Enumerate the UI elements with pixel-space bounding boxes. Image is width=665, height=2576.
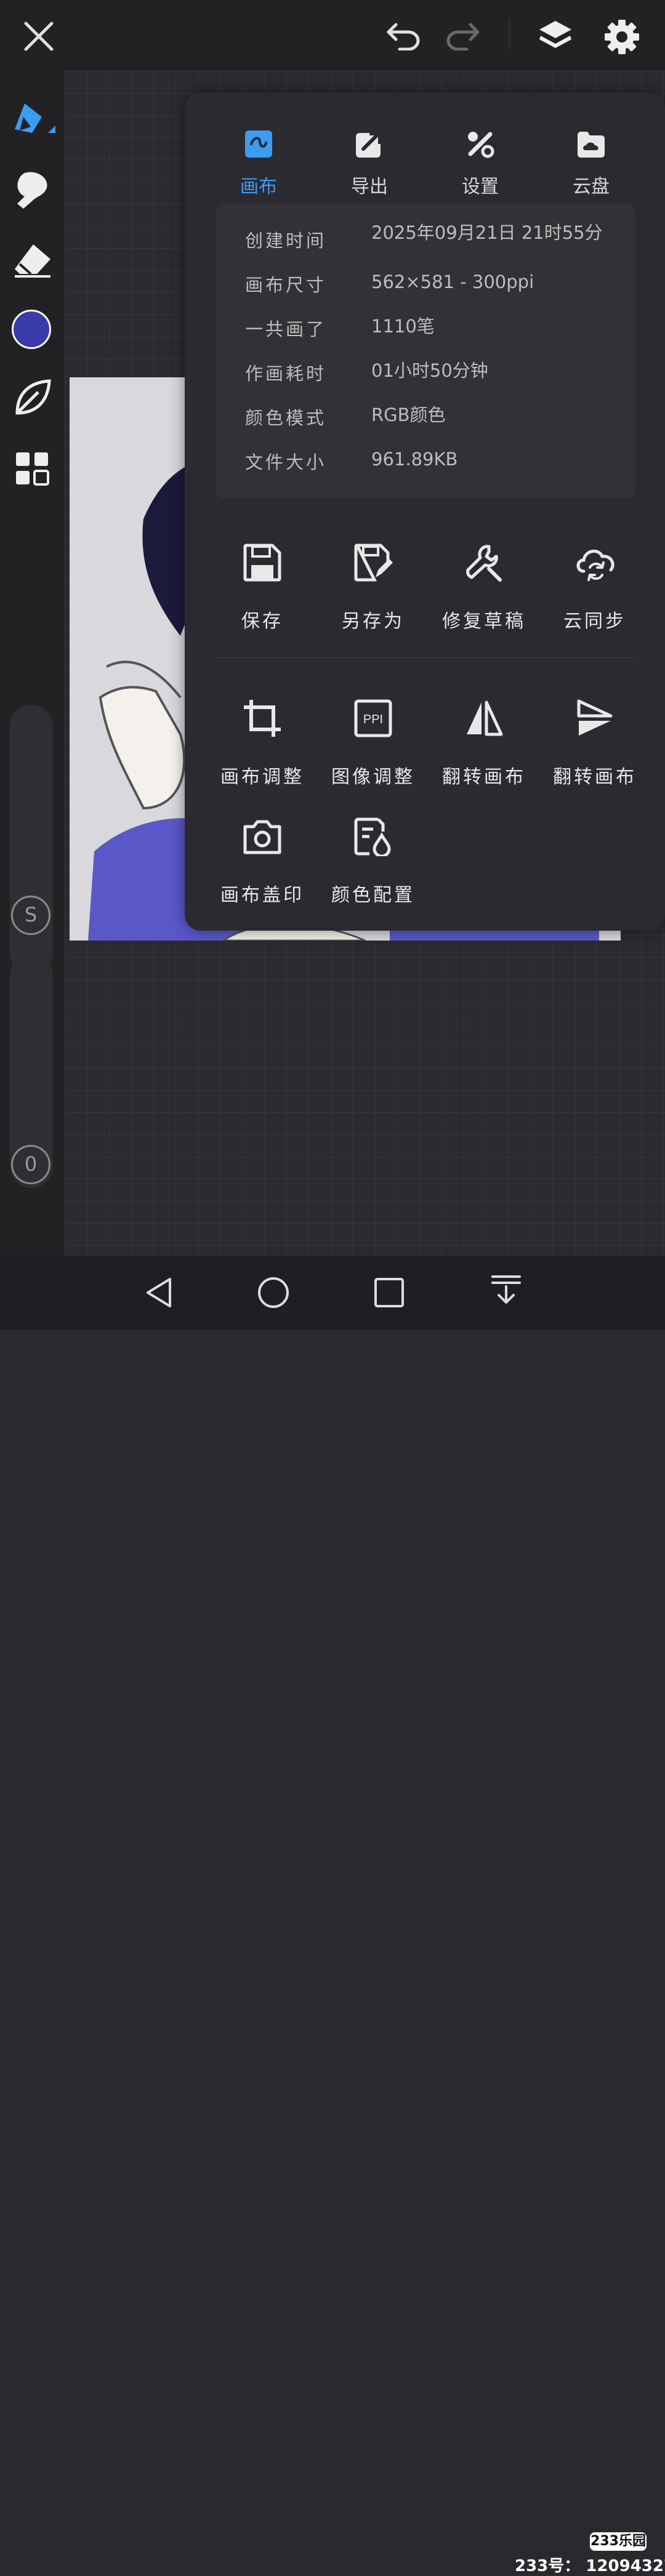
flip-horizontal-label: 翻转画布 bbox=[442, 766, 526, 788]
cloud-drive-icon bbox=[578, 132, 605, 158]
flip-vertical-button[interactable]: 翻转画布 bbox=[539, 686, 650, 791]
color-config-icon bbox=[354, 817, 391, 856]
smudge-tool-icon[interactable] bbox=[12, 169, 53, 212]
tab-settings-label: 设置 bbox=[462, 176, 499, 198]
wrench-icon bbox=[466, 545, 502, 582]
cloud-sync-button[interactable]: 云同步 bbox=[539, 531, 650, 635]
toolbar-divider bbox=[509, 18, 510, 49]
save-as-label: 另存为 bbox=[342, 611, 405, 632]
info-label-size: 画布尺寸 bbox=[245, 275, 327, 295]
tab-canvas[interactable]: 画布 bbox=[222, 111, 296, 198]
save-label: 保存 bbox=[241, 611, 283, 632]
info-value-duration: 01小时50分钟 bbox=[371, 360, 488, 381]
dropdown-notification-icon[interactable] bbox=[490, 1273, 522, 1305]
tab-export-label: 导出 bbox=[351, 176, 388, 198]
canvas-adjust-label: 画布调整 bbox=[220, 766, 304, 788]
tab-cloud-label: 云盘 bbox=[573, 176, 610, 198]
export-icon bbox=[356, 133, 381, 158]
panel-divider bbox=[216, 657, 635, 658]
tab-cloud[interactable]: 云盘 bbox=[554, 111, 628, 198]
info-value-size: 562×581 - 300ppi bbox=[371, 271, 534, 292]
crop-icon bbox=[244, 700, 281, 737]
tools-icon bbox=[468, 132, 494, 158]
flip-vertical-icon bbox=[577, 699, 613, 736]
cloud-sync-label: 云同步 bbox=[563, 611, 626, 632]
recents-nav-icon[interactable] bbox=[372, 1275, 406, 1310]
canvas-stamp-button[interactable]: 画布盖印 bbox=[207, 804, 318, 909]
info-value-created: 2025年09月21日 21时55分 bbox=[371, 222, 603, 243]
opacity-knob[interactable]: 0 bbox=[11, 1145, 50, 1184]
settings-gear-icon[interactable] bbox=[603, 18, 640, 55]
color-picker-swatch[interactable] bbox=[12, 310, 51, 349]
layers-icon[interactable] bbox=[537, 18, 574, 53]
info-label-created: 创建时间 bbox=[245, 230, 327, 251]
canvas-adjust-button[interactable]: 画布调整 bbox=[207, 686, 318, 791]
canvas-stamp-label: 画布盖印 bbox=[220, 885, 304, 906]
image-adjust-label: 图像调整 bbox=[331, 766, 415, 788]
redo-icon[interactable] bbox=[445, 20, 482, 50]
save-button[interactable]: 保存 bbox=[207, 531, 318, 635]
left-toolbar: S 0 bbox=[0, 71, 65, 1256]
save-as-button[interactable]: 另存为 bbox=[318, 531, 429, 635]
svg-text:PPI: PPI bbox=[363, 713, 383, 726]
tab-settings[interactable]: 设置 bbox=[443, 111, 517, 198]
info-label-strokes: 一共画了 bbox=[245, 319, 327, 340]
color-config-label: 颜色配置 bbox=[331, 885, 415, 906]
info-value-color-mode: RGB颜色 bbox=[371, 404, 446, 425]
brush-size-slider[interactable] bbox=[10, 705, 53, 976]
tab-export[interactable]: 导出 bbox=[332, 111, 406, 198]
flip-vertical-label: 翻转画布 bbox=[553, 766, 637, 788]
repair-draft-label: 修复草稿 bbox=[442, 611, 526, 632]
save-as-icon bbox=[354, 544, 393, 582]
info-label-file-size: 文件大小 bbox=[245, 452, 327, 473]
info-value-file-size: 961.89KB bbox=[371, 449, 458, 470]
back-nav-icon[interactable] bbox=[142, 1275, 176, 1310]
canvas-menu-panel: 画布 导出 设置 云盘 创建时间 2025年09月21日 21时55分 画布尺寸… bbox=[185, 92, 665, 931]
eraser-icon[interactable] bbox=[12, 242, 53, 279]
watermark-text: 233号： 120943277 bbox=[515, 2557, 665, 2575]
color-config-button[interactable]: 颜色配置 bbox=[318, 804, 429, 909]
info-value-strokes: 1110笔 bbox=[371, 316, 435, 337]
image-adjust-button[interactable]: PPI 图像调整 bbox=[318, 686, 429, 791]
undo-icon[interactable] bbox=[385, 20, 422, 50]
canvas-info-box: 创建时间 2025年09月21日 21时55分 画布尺寸 562×581 - 3… bbox=[216, 203, 635, 499]
watermark-logo: 233乐园 bbox=[590, 2532, 647, 2551]
flip-horizontal-button[interactable]: 翻转画布 bbox=[429, 686, 539, 791]
save-icon bbox=[243, 544, 281, 582]
system-navigation-bar: 233乐园 233号： 120943277 bbox=[0, 1256, 665, 2575]
tab-canvas-label: 画布 bbox=[240, 176, 277, 198]
brush-size-knob[interactable]: S bbox=[11, 896, 50, 935]
pen-tool-icon[interactable] bbox=[11, 98, 55, 143]
flip-horizontal-icon bbox=[467, 700, 503, 736]
cloud-sync-icon bbox=[576, 550, 615, 581]
ppi-icon: PPI bbox=[354, 699, 392, 737]
info-label-color-mode: 颜色模式 bbox=[245, 407, 327, 428]
gallery-grid-icon[interactable] bbox=[15, 451, 49, 486]
repair-draft-button[interactable]: 修复草稿 bbox=[429, 531, 539, 635]
close-icon[interactable] bbox=[23, 21, 54, 52]
top-toolbar bbox=[0, 0, 665, 71]
canvas-tab-icon bbox=[245, 130, 272, 158]
leaf-brush-icon[interactable] bbox=[14, 379, 52, 417]
camera-icon bbox=[243, 820, 281, 854]
home-nav-icon[interactable] bbox=[256, 1275, 291, 1310]
info-label-duration: 作画耗时 bbox=[245, 363, 327, 384]
